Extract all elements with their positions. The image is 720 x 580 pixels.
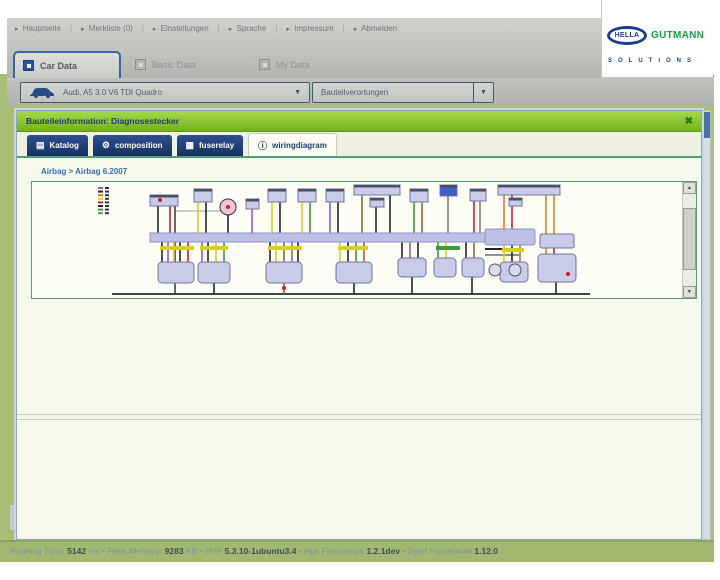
tab-label: Car Data <box>40 61 77 71</box>
menu-arrow-icon: ▸ <box>286 26 290 33</box>
vehicle-select[interactable]: Audi, A5 3.0 V6 TDI Quadro ▼ <box>20 82 310 103</box>
component-info-panel: Bauteileinformation: Diagnosestecker ✖ ▤… <box>16 110 702 540</box>
panel-tab-wiringdiagram[interactable]: ⓘ wiringdiagram <box>248 133 337 156</box>
selector-bar: Audi, A5 3.0 V6 TDI Quadro ▼ Bauteilvero… <box>7 78 714 106</box>
status-label: • Hgs Framework <box>296 546 366 556</box>
status-value: 1.12.0 <box>474 546 498 556</box>
empty-lower-pane <box>17 419 701 538</box>
diagram-scrollbar-thumb[interactable] <box>683 208 696 270</box>
status-label: • Zend Framework <box>400 546 474 556</box>
scroll-up-icon[interactable]: ▲ <box>683 182 696 194</box>
status-value: 9283 <box>165 546 184 556</box>
action-select[interactable]: Bauteilverortungen ▼ <box>312 82 494 103</box>
chevron-down-icon: ▼ <box>480 89 487 96</box>
menu-item-hauptseite[interactable]: ▸ Hauptseite <box>15 24 61 33</box>
panel-tab-composition[interactable]: ⚙ composition <box>93 135 172 156</box>
car-icon <box>29 87 55 98</box>
menu-separator: | <box>343 24 345 33</box>
tab-car-data[interactable]: Car Data <box>13 51 121 78</box>
status-value: 5.3.10-1ubuntu3.4 <box>225 546 297 556</box>
menu-arrow-icon: ▸ <box>15 26 19 33</box>
composition-icon: ⚙ <box>102 140 110 151</box>
menu-arrow-icon: ▸ <box>354 26 358 33</box>
menu-separator: | <box>218 24 220 33</box>
menu-item-impressum[interactable]: ▸ Impressum <box>286 24 333 33</box>
panel-title-bar: Bauteileinformation: Diagnosestecker ✖ <box>17 111 701 132</box>
menu-item-abmelden[interactable]: ▸ Abmelden <box>354 24 397 33</box>
panel-tab-bar: ▤ Katalog ⚙ composition ▦ fuserelay ⓘ wiringdia… <box>17 132 701 156</box>
wiringdiagram-icon: ⓘ <box>258 139 267 152</box>
scroll-down-icon[interactable]: ▼ <box>683 286 696 298</box>
status-text: Running Time: 5142 ms • Peak Memory: 928… <box>10 546 498 556</box>
hella-logo-oval: HELLA <box>607 26 647 45</box>
tab-label: My Data <box>276 60 310 70</box>
wiring-diagram-svg <box>32 182 682 298</box>
action-select-arrow-button[interactable]: ▼ <box>473 83 493 102</box>
panel-tab-katalog[interactable]: ▤ Katalog <box>27 135 88 156</box>
wiring-diagram-viewport: ▲ ▼ <box>31 181 697 299</box>
tab-label: Basic Data <box>152 60 196 70</box>
my-data-tab-icon <box>259 59 270 70</box>
status-bar: Running Time: 5142 ms • Peak Memory: 928… <box>0 540 714 562</box>
tab-basic-data[interactable]: Basic Data <box>135 51 196 78</box>
menu-arrow-icon: ▸ <box>229 26 233 33</box>
top-menu: ▸ Hauptseite | ▸ Merkliste (0) | ▸ Einstellu… <box>15 24 597 38</box>
menu-arrow-icon: ▸ <box>153 26 157 33</box>
status-label: ms • Peak Memory: <box>86 546 165 556</box>
status-label: Running Time: <box>10 546 67 556</box>
panel-tab-label: fuserelay <box>199 141 234 150</box>
tab-my-data[interactable]: My Data <box>259 51 310 78</box>
panel-tab-label: Katalog <box>50 141 79 150</box>
action-select-value: Bauteilverortungen <box>321 88 473 97</box>
basic-data-tab-icon <box>135 59 146 70</box>
fuserelay-icon: ▦ <box>186 140 195 151</box>
panel-tab-label: composition <box>115 141 163 150</box>
menu-arrow-icon: ▸ <box>81 26 85 33</box>
status-value: 5142 <box>67 546 86 556</box>
panel-scrollbar[interactable] <box>703 110 711 540</box>
panel-tab-fuserelay[interactable]: ▦ fuserelay <box>177 135 244 156</box>
menu-item-merkliste-0[interactable]: ▸ Merkliste (0) <box>81 24 133 33</box>
gutmann-wordmark: GUTMANN <box>651 30 704 41</box>
menu-item-einstellungen[interactable]: ▸ Einstellungen <box>153 24 209 33</box>
panel-tab-label: wiringdiagram <box>272 141 327 150</box>
panel-scrollbar-thumb[interactable] <box>704 112 710 138</box>
menu-item-sprache[interactable]: ▸ Sprache <box>229 24 267 33</box>
brand-logo: HELLA GUTMANN SOLUTIONS <box>601 0 713 78</box>
diagram-scrollbar[interactable]: ▲ ▼ <box>682 182 696 298</box>
header: ▸ Hauptseite | ▸ Merkliste (0) | ▸ Einstellu… <box>7 18 601 78</box>
close-icon[interactable]: ✖ <box>685 111 693 132</box>
app-page: ▸ Hauptseite | ▸ Merkliste (0) | ▸ Einstellu… <box>0 0 720 580</box>
status-value: 1.2.1dev <box>367 546 401 556</box>
menu-separator: | <box>70 24 72 33</box>
catalog-icon: ▤ <box>36 140 45 151</box>
breadcrumb: Airbag > Airbag 6.2007 <box>41 167 127 176</box>
panel-title: Bauteileinformation: Diagnosestecker <box>26 116 179 126</box>
menu-separator: | <box>142 24 144 33</box>
vehicle-select-value: Audi, A5 3.0 V6 TDI Quadro <box>63 88 286 97</box>
status-label: KB • PHP <box>184 546 225 556</box>
chevron-down-icon: ▼ <box>294 89 301 96</box>
solutions-wordmark: SOLUTIONS <box>608 58 697 64</box>
car-data-tab-icon <box>23 60 34 71</box>
menu-separator: | <box>275 24 277 33</box>
